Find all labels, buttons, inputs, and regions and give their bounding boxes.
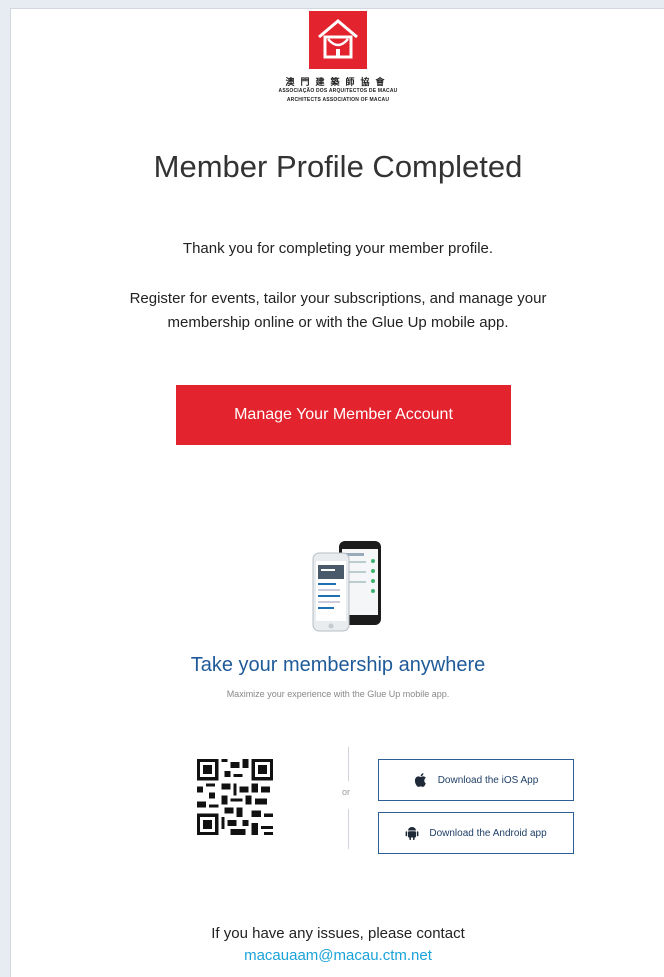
app-promo-subtitle: Maximize your experience with the Glue U… [226, 689, 450, 699]
org-name-portuguese: ASSOCIAÇÃO DOS ARQUITECTOS DE MACAU [278, 88, 398, 94]
download-ios-label: Download the iOS App [437, 774, 539, 786]
or-divider-top [348, 747, 349, 781]
manage-account-button[interactable]: Manage Your Member Account [176, 385, 511, 445]
org-logo: 澳門建築師協會 ASSOCIAÇÃO DOS ARQUITECTOS DE MA… [11, 11, 664, 105]
org-logo-mark-icon [309, 11, 367, 69]
download-android-label: Download the Android app [429, 827, 547, 839]
org-name-chinese: 澳門建築師協會 [285, 77, 391, 87]
mobile-app-phones-icon [312, 541, 381, 632]
apple-icon [414, 772, 428, 788]
thanks-text: Thank you for completing your member pro… [182, 240, 494, 257]
org-name-english: ARCHITECTS ASSOCIATION OF MACAU [286, 97, 390, 103]
app-promo-title: Take your membership anywhere [190, 654, 486, 676]
register-text-line2: membership online or with the Glue Up mo… [167, 314, 509, 331]
contact-section: If you have any issues, please contact m… [11, 923, 664, 967]
or-divider-bottom [348, 809, 349, 849]
register-text: Register for events, tailor your subscri… [11, 287, 664, 335]
download-ios-button[interactable]: Download the iOS App [378, 759, 574, 801]
or-label: or [342, 787, 351, 797]
register-text-line1: Register for events, tailor your subscri… [129, 290, 547, 307]
download-android-button[interactable]: Download the Android app [378, 812, 574, 854]
android-icon [405, 825, 419, 841]
email-frame: 澳門建築師協會 ASSOCIAÇÃO DOS ARQUITECTOS DE MA… [10, 8, 664, 977]
page-title: Member Profile Completed [153, 149, 523, 184]
qr-code-icon[interactable] [197, 759, 273, 835]
contact-email-link[interactable]: macauaam@macau.ctm.net [11, 945, 664, 967]
contact-text: If you have any issues, please contact [211, 925, 465, 942]
